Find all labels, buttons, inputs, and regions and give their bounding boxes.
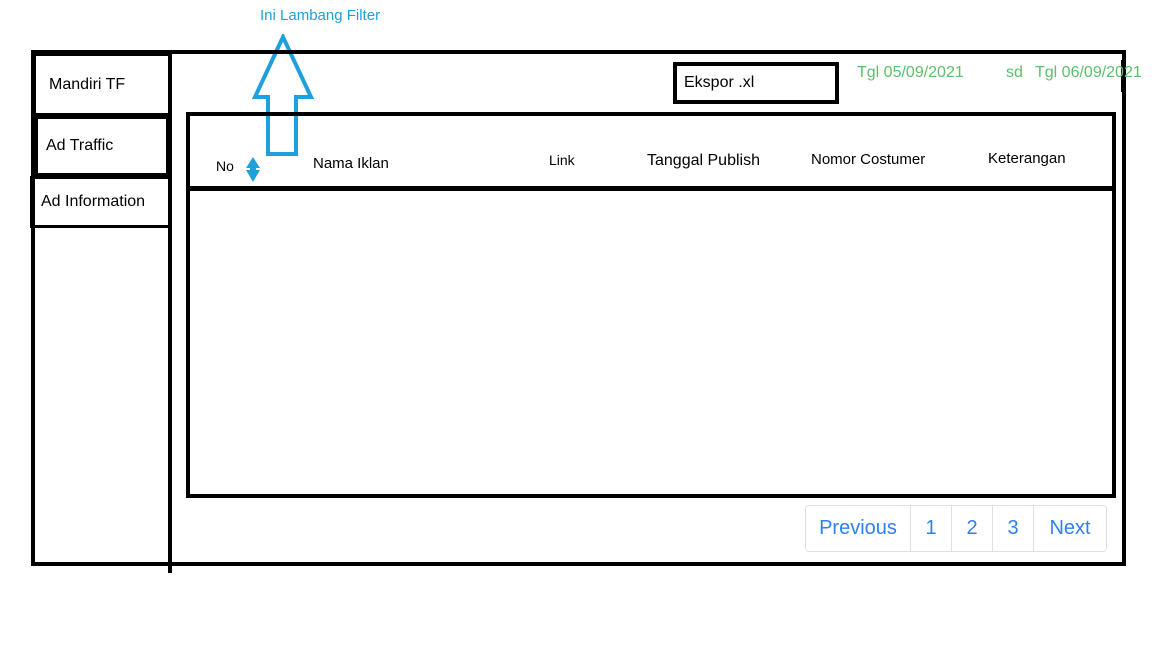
sidebar-item-mandiri-tf[interactable]: Mandiri TF — [33, 53, 171, 116]
date-end[interactable]: Tgl 06/09/2021 — [1035, 64, 1142, 82]
page-button-1[interactable]: 1 — [911, 506, 952, 551]
page-button-3[interactable]: 3 — [993, 506, 1034, 551]
sidebar-item-label: Mandiri TF — [49, 75, 126, 93]
sidebar-item-ad-information[interactable]: Ad Information — [30, 176, 171, 228]
sidebar-item-label: Ad Information — [41, 193, 146, 210]
page-button-2[interactable]: 2 — [952, 506, 993, 551]
column-header-link[interactable]: Link — [549, 152, 575, 168]
column-header-tanggal-publish[interactable]: Tanggal Publish — [647, 152, 760, 170]
sort-filter-icon[interactable] — [244, 156, 262, 184]
export-button[interactable]: Ekspor .xl — [673, 62, 839, 104]
pagination: Previous 1 2 3 Next — [805, 505, 1107, 552]
column-header-nama-iklan[interactable]: Nama Iklan — [313, 155, 389, 172]
column-header-no[interactable]: No — [216, 158, 234, 174]
column-header-nomor-costumer[interactable]: Nomor Costumer — [811, 151, 925, 168]
date-start[interactable]: Tgl 05/09/2021 — [857, 64, 964, 82]
column-header-keterangan[interactable]: Keterangan — [988, 150, 1066, 167]
sidebar-item-label: Ad Traffic — [46, 137, 114, 154]
table-header-divider — [190, 186, 1114, 191]
next-page-button[interactable]: Next — [1034, 506, 1106, 551]
previous-page-button[interactable]: Previous — [806, 506, 911, 551]
annotation-label: Ini Lambang Filter — [260, 7, 381, 24]
export-button-label: Ekspor .xl — [684, 74, 755, 91]
sidebar-item-ad-traffic[interactable]: Ad Traffic — [35, 116, 169, 176]
date-separator: sd — [1006, 64, 1023, 81]
